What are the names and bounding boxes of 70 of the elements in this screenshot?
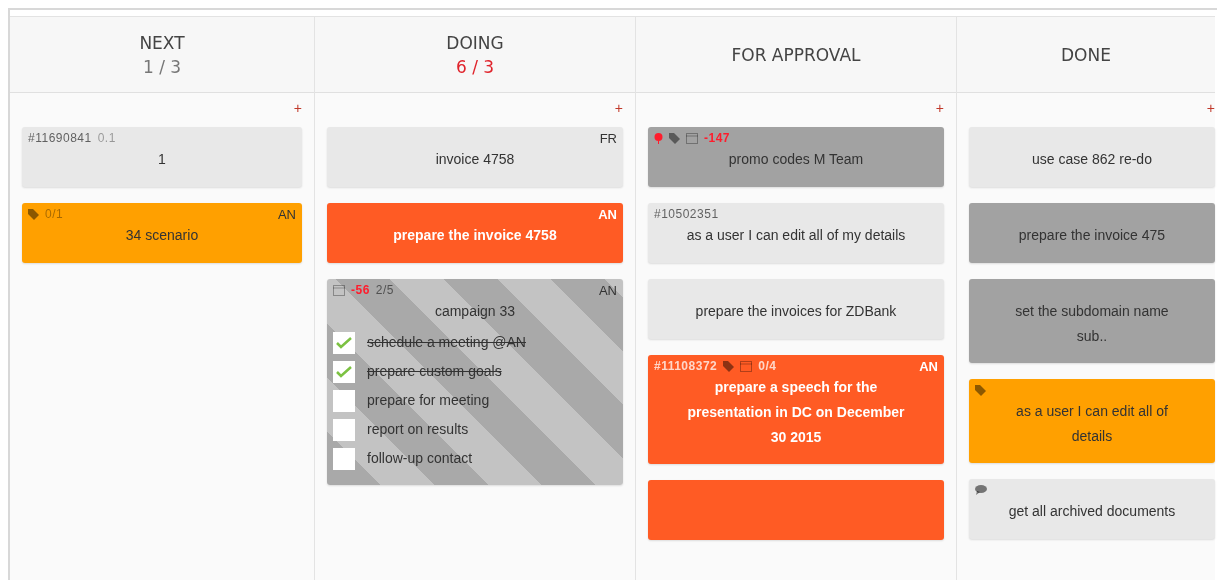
card-meta-text: #11108372 (654, 359, 718, 373)
checklist-item: report on results (367, 420, 470, 439)
task-card[interactable]: #10502351 as a user I can edit all of my details (648, 203, 944, 263)
card-meta-text: 2/5 (375, 283, 395, 297)
card-title: as a user I can edit all of my details (685, 226, 907, 245)
speech-bubble-icon (975, 485, 987, 495)
tag-icon (669, 132, 680, 144)
task-card[interactable]: 0/1 AN 34 scenario (22, 203, 302, 263)
checklist-item: prepare custom goals (367, 362, 503, 381)
calendar-icon (686, 132, 698, 144)
add-card-link[interactable]: + (935, 101, 944, 115)
pin-icon (654, 132, 663, 144)
checklist-item: follow-up contact (367, 449, 474, 468)
assignee-initials: AN (277, 206, 296, 222)
card-title: promo codes M Team (727, 150, 865, 169)
card-title: use case 862 re-do (1031, 150, 1153, 169)
checkbox[interactable] (333, 361, 355, 383)
calendar-icon (740, 360, 753, 372)
checklist-item: schedule a meeting @AN (367, 333, 527, 352)
card-title: campaign 33 (433, 302, 517, 321)
task-card[interactable]: -147 promo codes M Team (648, 127, 944, 187)
tag-icon (28, 208, 39, 220)
card-title: get all archived documents (1007, 502, 1177, 521)
tag-icon (723, 360, 735, 372)
add-card-link[interactable]: + (614, 101, 623, 115)
card-title: 34 scenario (124, 226, 200, 245)
card-title: set the subdomain name sub.. (1014, 302, 1170, 346)
checkbox[interactable] (333, 332, 355, 354)
card-meta-text: -147 (704, 131, 731, 145)
card-title: invoice 4758 (434, 150, 516, 169)
column-title: DONE (1061, 44, 1111, 65)
task-card[interactable] (648, 480, 944, 540)
task-card[interactable]: as a user I can edit all of details (969, 379, 1215, 463)
wip-count: 6 / 3 (455, 56, 495, 77)
card-meta-text: -56 (351, 283, 370, 297)
checkbox[interactable] (333, 390, 355, 412)
column-title: FOR APPROVAL (731, 44, 861, 65)
checklist-item: prepare for meeting (367, 391, 491, 410)
task-card[interactable]: prepare the invoices for ZDBank (648, 279, 944, 339)
task-card[interactable]: use case 862 re-do (969, 127, 1215, 187)
task-card[interactable]: prepare the invoice 475 (969, 203, 1215, 263)
card-title: 1 (157, 150, 167, 169)
tag-icon (975, 384, 986, 396)
checkbox[interactable] (333, 419, 355, 441)
task-card[interactable]: FR invoice 4758 (327, 127, 623, 187)
card-title: prepare the invoice 4758 (392, 226, 558, 245)
task-card[interactable]: #11690841 0.1 1 (22, 127, 302, 187)
card-title: prepare a speech for the presentation in DC on December 30 2015 (686, 378, 906, 447)
add-card-link[interactable]: + (1206, 101, 1215, 115)
assignee-initials: AN (919, 358, 938, 374)
assignee-initials: AN (598, 282, 617, 298)
task-card[interactable]: set the subdomain name sub.. (969, 279, 1215, 363)
card-meta-text: #11690841 (28, 131, 92, 145)
column-title: NEXT (139, 32, 185, 53)
card-title: as a user I can edit all of details (1015, 402, 1169, 446)
card-meta-text: 0/4 (758, 359, 777, 373)
card-meta-text: 0/1 (45, 207, 64, 221)
add-card-link[interactable]: + (293, 101, 302, 115)
column-title: DOING (446, 32, 504, 53)
card-meta-text: #10502351 (654, 207, 719, 221)
task-card[interactable]: get all archived documents (969, 479, 1215, 539)
card-meta-text: 0.1 (97, 131, 116, 145)
card-title: prepare the invoices for ZDBank (694, 302, 898, 321)
checkbox[interactable] (333, 448, 355, 470)
task-card[interactable]: -56 2/5 AN campaign 33 schedule a meeting @AN prepare custom goals prepare for meeting report on results follow-up contact (327, 279, 623, 485)
calendar-icon (333, 284, 345, 296)
assignee-initials: FR (599, 130, 617, 146)
wip-count: 1 / 3 (142, 56, 182, 77)
card-title: prepare the invoice 475 (1017, 226, 1167, 245)
assignee-initials: AN (598, 206, 617, 222)
